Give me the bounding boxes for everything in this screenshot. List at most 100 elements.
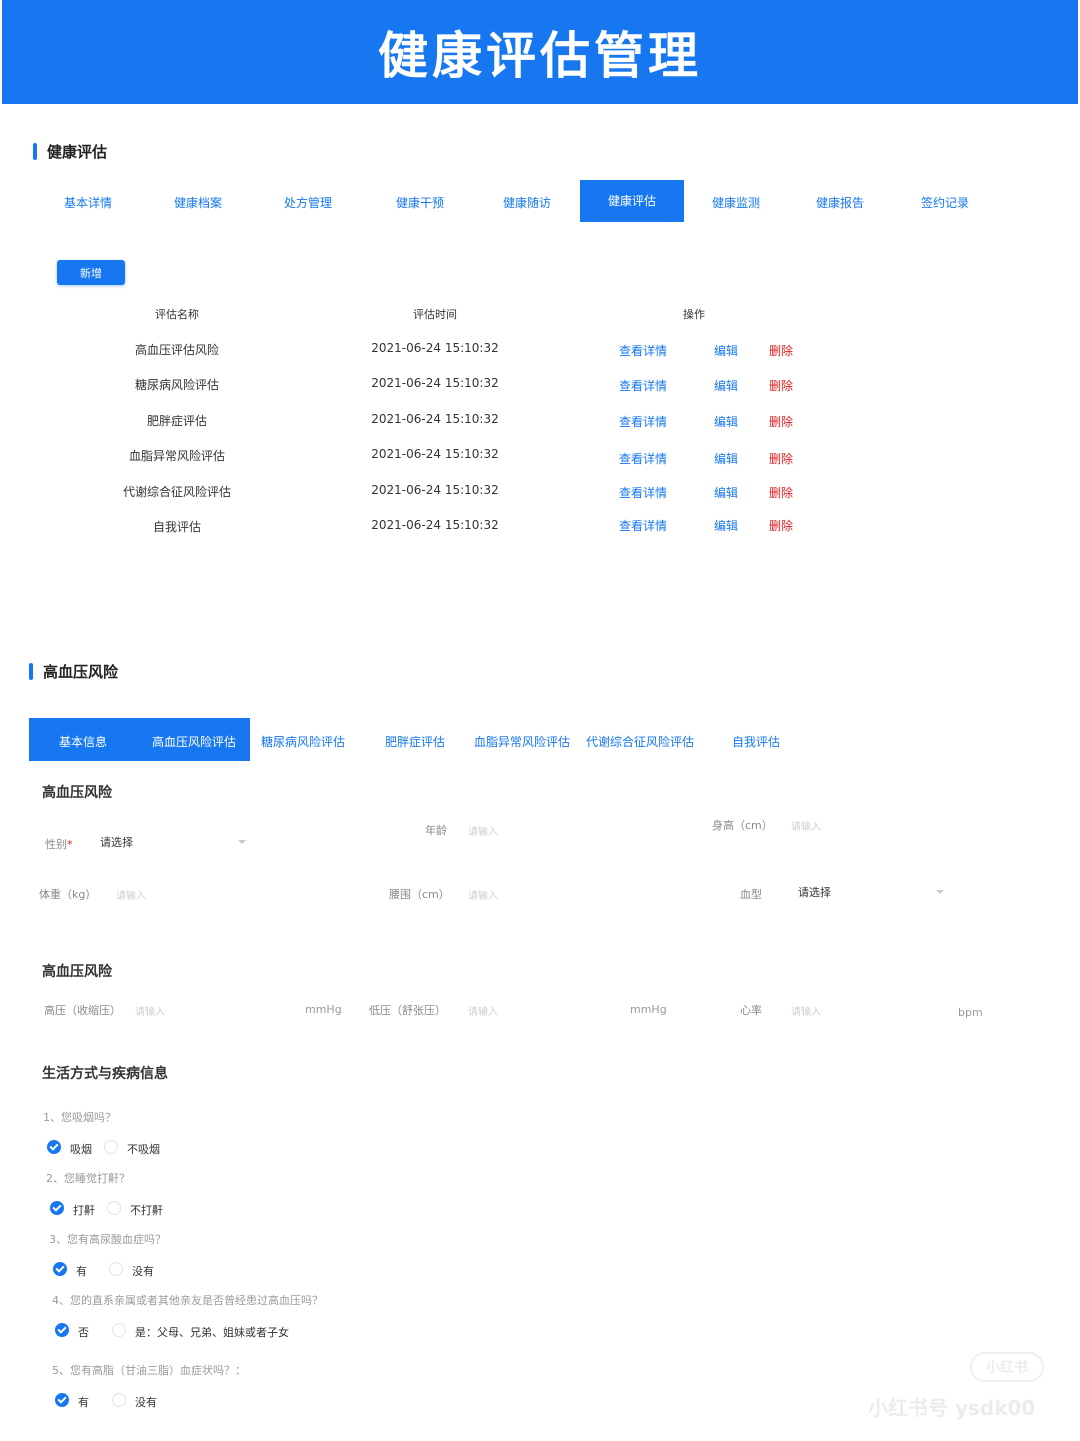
- page-banner: 健康评估管理: [2, 0, 1078, 104]
- radio-family-yes[interactable]: [112, 1323, 126, 1337]
- height-label: 身高（cm）: [712, 819, 773, 832]
- question-4: 4、您的直系亲属或者其他亲友是否曾经患过高血压吗？: [52, 1294, 323, 1307]
- height-input[interactable]: 请输入: [791, 818, 821, 833]
- required-mark: *: [67, 838, 73, 851]
- heart-rate-input[interactable]: 请输入: [791, 1003, 821, 1018]
- waist-input[interactable]: 请输入: [468, 887, 498, 902]
- radio-label: 打鼾: [73, 1204, 95, 1217]
- radio-label: 有: [78, 1396, 89, 1409]
- delete-link[interactable]: 删除: [769, 377, 793, 394]
- radio-lipid-no[interactable]: [112, 1393, 126, 1407]
- edit-link[interactable]: 编辑: [714, 342, 738, 359]
- diastolic-unit: mmHg: [630, 1003, 667, 1016]
- table-cell-time: 2021-06-24 15:10:32: [371, 518, 499, 532]
- column-header-actions: 操作: [683, 308, 705, 321]
- radio-smoke-no[interactable]: [104, 1140, 118, 1154]
- delete-link[interactable]: 删除: [769, 342, 793, 359]
- tab-health-records[interactable]: 健康档案: [148, 194, 248, 211]
- subtab-obesity-assessment[interactable]: 肥胖症评估: [385, 733, 445, 750]
- table-cell-name: 糖尿病风险评估: [134, 378, 219, 392]
- radio-label: 不打鼾: [130, 1204, 163, 1217]
- question-1: 1、您吸烟吗？: [43, 1111, 116, 1124]
- add-button[interactable]: 新增: [57, 260, 125, 285]
- view-details-link[interactable]: 查看详情: [619, 413, 667, 430]
- delete-link[interactable]: 删除: [769, 450, 793, 467]
- waist-label: 腰围（cm）: [389, 888, 450, 901]
- section-title-text: 健康评估: [47, 143, 108, 161]
- radio-family-no[interactable]: [55, 1323, 69, 1337]
- gender-select[interactable]: 请选择: [100, 834, 246, 850]
- section-accent-bar: [29, 663, 33, 680]
- bp-subheading: 高血压风险: [42, 964, 112, 980]
- table-cell-time: 2021-06-24 15:10:32: [371, 376, 499, 390]
- subtab-self-assessment[interactable]: 自我评估: [732, 733, 780, 750]
- table-cell-time: 2021-06-24 15:10:32: [371, 412, 499, 426]
- heart-rate-label: 心率: [740, 1004, 762, 1017]
- edit-link[interactable]: 编辑: [714, 484, 738, 501]
- blood-type-select[interactable]: 请选择: [798, 884, 944, 900]
- table-cell-time: 2021-06-24 15:10:32: [371, 483, 499, 497]
- subtab-basic-info[interactable]: 基本信息: [59, 733, 107, 750]
- radio-uric-no[interactable]: [109, 1262, 123, 1276]
- radio-label: 吸烟: [70, 1143, 92, 1156]
- tab-health-report[interactable]: 健康报告: [790, 194, 890, 211]
- subtab-metabolic-syndrome-assessment[interactable]: 代谢综合征风险评估: [586, 733, 694, 750]
- tab-contract-records[interactable]: 签约记录: [895, 194, 995, 211]
- section-accent-bar: [33, 143, 37, 160]
- tab-followup[interactable]: 健康随访: [477, 194, 577, 211]
- radio-uric-yes[interactable]: [53, 1262, 67, 1276]
- watermark-text: 小红书号 ysdk00: [868, 1396, 1036, 1420]
- question-5: 5、您有高脂（甘油三脂）血症状吗？：: [52, 1364, 246, 1377]
- table-cell-name: 肥胖症评估: [146, 414, 207, 428]
- tab-prescription[interactable]: 处方管理: [258, 194, 358, 211]
- question-3: 3、您有高尿酸血症吗？: [49, 1233, 166, 1246]
- view-details-link[interactable]: 查看详情: [619, 484, 667, 501]
- delete-link[interactable]: 删除: [769, 413, 793, 430]
- subtab-hypertension-assessment[interactable]: 高血压风险评估: [152, 733, 236, 750]
- edit-link[interactable]: 编辑: [714, 450, 738, 467]
- view-details-link[interactable]: 查看详情: [619, 342, 667, 359]
- question-2: 2、您睡觉打鼾？: [46, 1172, 130, 1185]
- page-title: 健康评估管理: [378, 27, 702, 85]
- edit-link[interactable]: 编辑: [714, 413, 738, 430]
- delete-link[interactable]: 删除: [769, 484, 793, 501]
- view-details-link[interactable]: 查看详情: [619, 450, 667, 467]
- table-cell-time: 2021-06-24 15:10:32: [371, 447, 499, 461]
- radio-label: 有: [76, 1265, 87, 1278]
- column-header-time: 评估时间: [413, 308, 457, 321]
- systolic-input[interactable]: 请输入: [135, 1003, 165, 1018]
- gender-label: 性别*: [45, 838, 73, 851]
- edit-link[interactable]: 编辑: [714, 377, 738, 394]
- age-label: 年龄: [425, 824, 447, 837]
- weight-input[interactable]: 请输入: [116, 887, 146, 902]
- radio-label: 没有: [135, 1396, 157, 1409]
- watermark-logo: 小红书: [970, 1352, 1044, 1382]
- form-subheading: 高血压风险: [42, 785, 112, 801]
- chevron-down-icon: [238, 840, 246, 844]
- view-details-link[interactable]: 查看详情: [619, 517, 667, 534]
- radio-snore-yes[interactable]: [50, 1201, 64, 1215]
- table-cell-name: 高血压评估风险: [134, 343, 219, 357]
- diastolic-input[interactable]: 请输入: [468, 1003, 498, 1018]
- subtab-dyslipidemia-assessment[interactable]: 血脂异常风险评估: [474, 733, 570, 750]
- radio-lipid-yes[interactable]: [55, 1393, 69, 1407]
- radio-label: 不吸烟: [127, 1143, 160, 1156]
- edit-link[interactable]: 编辑: [714, 517, 738, 534]
- blood-type-label: 血型: [740, 888, 762, 901]
- subtab-diabetes-assessment[interactable]: 糖尿病风险评估: [261, 733, 345, 750]
- view-details-link[interactable]: 查看详情: [619, 377, 667, 394]
- delete-link[interactable]: 删除: [769, 517, 793, 534]
- lifestyle-subheading: 生活方式与疾病信息: [42, 1066, 168, 1082]
- tab-intervention[interactable]: 健康干预: [370, 194, 470, 211]
- tab-health-assessment[interactable]: 健康评估: [580, 180, 684, 222]
- systolic-unit: mmHg: [305, 1003, 342, 1016]
- radio-snore-no[interactable]: [107, 1201, 121, 1215]
- radio-smoke-yes[interactable]: [47, 1140, 61, 1154]
- gender-select-value: 请选择: [100, 836, 133, 849]
- blood-type-select-value: 请选择: [798, 886, 831, 899]
- tab-basic-details[interactable]: 基本详情: [38, 194, 138, 211]
- age-input[interactable]: 请输入: [468, 823, 498, 838]
- tab-monitoring[interactable]: 健康监测: [686, 194, 786, 211]
- table-cell-name: 自我评估: [152, 520, 201, 534]
- diastolic-label: 低压（舒张压）: [369, 1004, 446, 1017]
